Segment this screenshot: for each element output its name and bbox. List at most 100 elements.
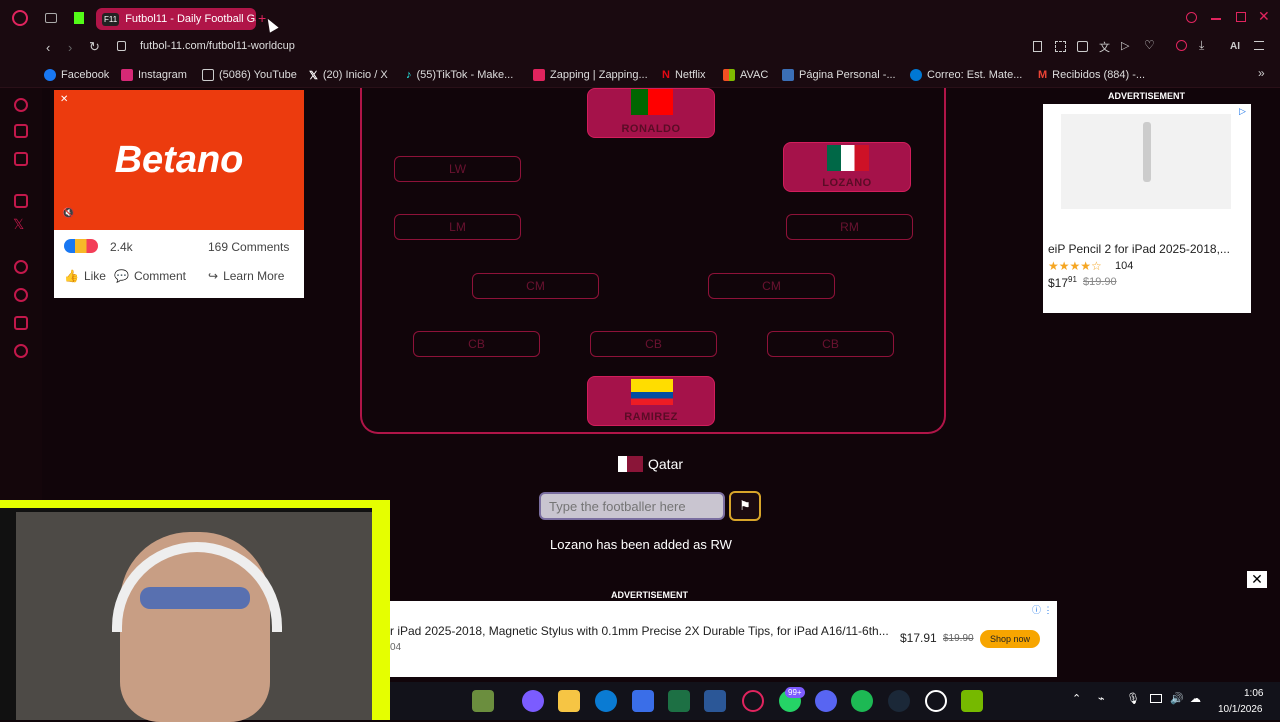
opera-taskbar-icon[interactable] bbox=[742, 690, 764, 712]
twitch-icon[interactable] bbox=[14, 194, 28, 208]
bottom-ad[interactable]: ⓘ ⋮ r iPad 2025-2018, Magnetic Stylus wi… bbox=[390, 601, 1057, 677]
ai-button[interactable]: AI bbox=[1230, 41, 1240, 52]
opera-logo-icon[interactable] bbox=[12, 10, 28, 26]
bookmark-instagram[interactable]: Instagram bbox=[121, 66, 187, 84]
player-card-lozano[interactable]: LOZANO bbox=[783, 142, 911, 192]
steam-icon[interactable] bbox=[888, 690, 910, 712]
menu-icon[interactable] bbox=[1254, 41, 1264, 50]
like-button[interactable]: 👍 Like bbox=[64, 269, 106, 283]
bottom-ad-info-icon[interactable]: ⓘ ⋮ bbox=[1032, 603, 1053, 616]
excel-icon[interactable] bbox=[668, 690, 690, 712]
history-icon[interactable] bbox=[14, 288, 28, 302]
wallet-icon[interactable] bbox=[14, 124, 28, 138]
position-cb-center[interactable]: CB bbox=[590, 331, 717, 357]
give-up-button[interactable]: ⚑ bbox=[729, 491, 761, 521]
mute-icon[interactable]: 🔇 bbox=[62, 208, 74, 219]
onedrive-icon[interactable]: ☁ bbox=[1190, 692, 1201, 705]
bookmark-tiktok[interactable]: ♪ (55)TikTok - Make... bbox=[406, 66, 513, 84]
reload-icon[interactable]: ↻ bbox=[89, 39, 100, 55]
qatar-flag-icon bbox=[618, 456, 643, 472]
position-cb-left[interactable]: CB bbox=[413, 331, 540, 357]
display-icon[interactable] bbox=[1150, 694, 1162, 703]
discord-icon[interactable] bbox=[815, 690, 837, 712]
search-icon[interactable] bbox=[1186, 12, 1197, 23]
bookmark-facebook[interactable]: Facebook bbox=[44, 66, 109, 84]
play-icon[interactable]: ▷ bbox=[1121, 39, 1129, 52]
clock-time[interactable]: 1:06 bbox=[1244, 688, 1263, 699]
tab-switcher-icon[interactable] bbox=[45, 13, 57, 23]
footballer-input[interactable] bbox=[539, 492, 725, 520]
bottom-ad-label: ADVERTISEMENT bbox=[611, 590, 689, 600]
volume-icon[interactable]: 🔊 bbox=[1170, 692, 1184, 705]
back-icon[interactable]: ‹ bbox=[46, 40, 50, 55]
messenger-icon[interactable] bbox=[14, 152, 28, 166]
mic-icon[interactable]: 🎙 bbox=[1126, 692, 1140, 705]
ad-close-icon[interactable]: ✕ bbox=[60, 94, 68, 105]
bookmarks-overflow-icon[interactable]: » bbox=[1258, 66, 1265, 80]
close-window-button[interactable]: ✕ bbox=[1258, 8, 1270, 25]
download-icon[interactable]: ⤓ bbox=[1199, 38, 1204, 53]
x-sidebar-icon[interactable]: 𝕏 bbox=[13, 216, 24, 233]
bottom-ad-text[interactable]: r iPad 2025-2018, Magnetic Stylus with 0… bbox=[390, 624, 890, 638]
comment-button[interactable]: 💬 Comment bbox=[114, 269, 186, 283]
edge-icon[interactable] bbox=[595, 690, 617, 712]
gmail-icon: M bbox=[1038, 69, 1048, 81]
bookmark-correo[interactable]: Correo: Est. Mate... bbox=[910, 66, 1022, 84]
clock-date[interactable]: 10/1/2026 bbox=[1218, 704, 1263, 715]
position-rm[interactable]: RM bbox=[786, 214, 913, 240]
file-explorer-icon[interactable] bbox=[558, 690, 580, 712]
learn-more-button[interactable]: ↪ Learn More bbox=[208, 269, 284, 283]
position-lm[interactable]: LM bbox=[394, 214, 521, 240]
bottom-ad-old-price: $19.90 bbox=[943, 633, 974, 644]
screenshot-icon[interactable] bbox=[1055, 41, 1066, 52]
nvidia-icon[interactable] bbox=[961, 690, 983, 712]
desktop-icon[interactable] bbox=[472, 690, 494, 712]
bookmark-avac[interactable]: AVAC bbox=[723, 66, 768, 84]
translate-icon[interactable]: 文 bbox=[1099, 39, 1110, 55]
bookmark-pagina-personal[interactable]: Página Personal -... bbox=[782, 66, 896, 84]
active-tab[interactable]: F11 Futbol11 - Daily Football Ga bbox=[96, 8, 256, 30]
betano-banner[interactable]: Betano bbox=[54, 90, 304, 230]
bookmark-youtube[interactable]: (5086) YouTube bbox=[202, 66, 297, 84]
position-cm-left[interactable]: CM bbox=[472, 273, 599, 299]
position-cb-right[interactable]: CB bbox=[767, 331, 894, 357]
minimize-button[interactable] bbox=[1211, 18, 1221, 20]
tray-chevron-icon[interactable]: ⌃ bbox=[1072, 692, 1081, 705]
player-card-ramirez[interactable]: RAMIREZ bbox=[587, 376, 715, 426]
address-bar[interactable]: futbol-11.com/futbol11-worldcup bbox=[140, 40, 295, 52]
ad-info-icon[interactable]: ▷ bbox=[1239, 106, 1246, 117]
maximize-button[interactable] bbox=[1236, 12, 1246, 22]
folder-icon bbox=[202, 69, 214, 81]
facebook-ad[interactable]: Betano ✕ 🔇 2.4k 169 Comments 👍 Like 💬 Comm… bbox=[54, 90, 304, 298]
bookmark-netflix[interactable]: N Netflix bbox=[662, 66, 706, 84]
product-title[interactable]: eiP Pencil 2 for iPad 2025-2018,... bbox=[1048, 242, 1230, 256]
extensions-icon[interactable] bbox=[14, 316, 28, 330]
adblock-icon[interactable] bbox=[1077, 41, 1088, 52]
shop-now-button[interactable]: Shop now bbox=[980, 630, 1040, 648]
bookmark-zapping[interactable]: Zapping | Zapping... bbox=[533, 66, 648, 84]
tiktok-icon: ♪ bbox=[406, 69, 412, 81]
bookmark-x[interactable]: 𝕏 (20) Inicio / X bbox=[309, 66, 388, 84]
portugal-flag-icon bbox=[631, 89, 673, 115]
position-cm-right[interactable]: CM bbox=[708, 273, 835, 299]
forward-icon[interactable]: › bbox=[68, 40, 72, 55]
kick-icon[interactable] bbox=[74, 12, 84, 24]
settings-icon[interactable] bbox=[14, 344, 28, 358]
bottom-ad-close-button[interactable]: ✕ bbox=[1247, 571, 1267, 588]
right-ad[interactable]: ▷ eiP Pencil 2 for iPad 2025-2018,... ★★… bbox=[1043, 104, 1251, 313]
position-lw[interactable]: LW bbox=[394, 156, 521, 182]
spotify-icon[interactable] bbox=[851, 690, 873, 712]
store-icon[interactable] bbox=[632, 690, 654, 712]
player-icon[interactable] bbox=[14, 260, 28, 274]
comments-count[interactable]: 169 Comments bbox=[208, 240, 289, 254]
bookmark-gmail[interactable]: M Recibidos (884) -... bbox=[1038, 66, 1145, 84]
player-card-ronaldo[interactable]: RONALDO bbox=[587, 88, 715, 138]
pin-icon[interactable] bbox=[1033, 41, 1042, 52]
copilot-icon[interactable] bbox=[522, 690, 544, 712]
obs-icon[interactable] bbox=[925, 690, 947, 712]
profile-icon[interactable] bbox=[1176, 40, 1187, 51]
heart-icon[interactable]: ♡ bbox=[1144, 38, 1155, 52]
word-icon[interactable] bbox=[704, 690, 726, 712]
network-icon[interactable]: ⌁ bbox=[1098, 692, 1105, 705]
aria-icon[interactable] bbox=[14, 98, 28, 112]
